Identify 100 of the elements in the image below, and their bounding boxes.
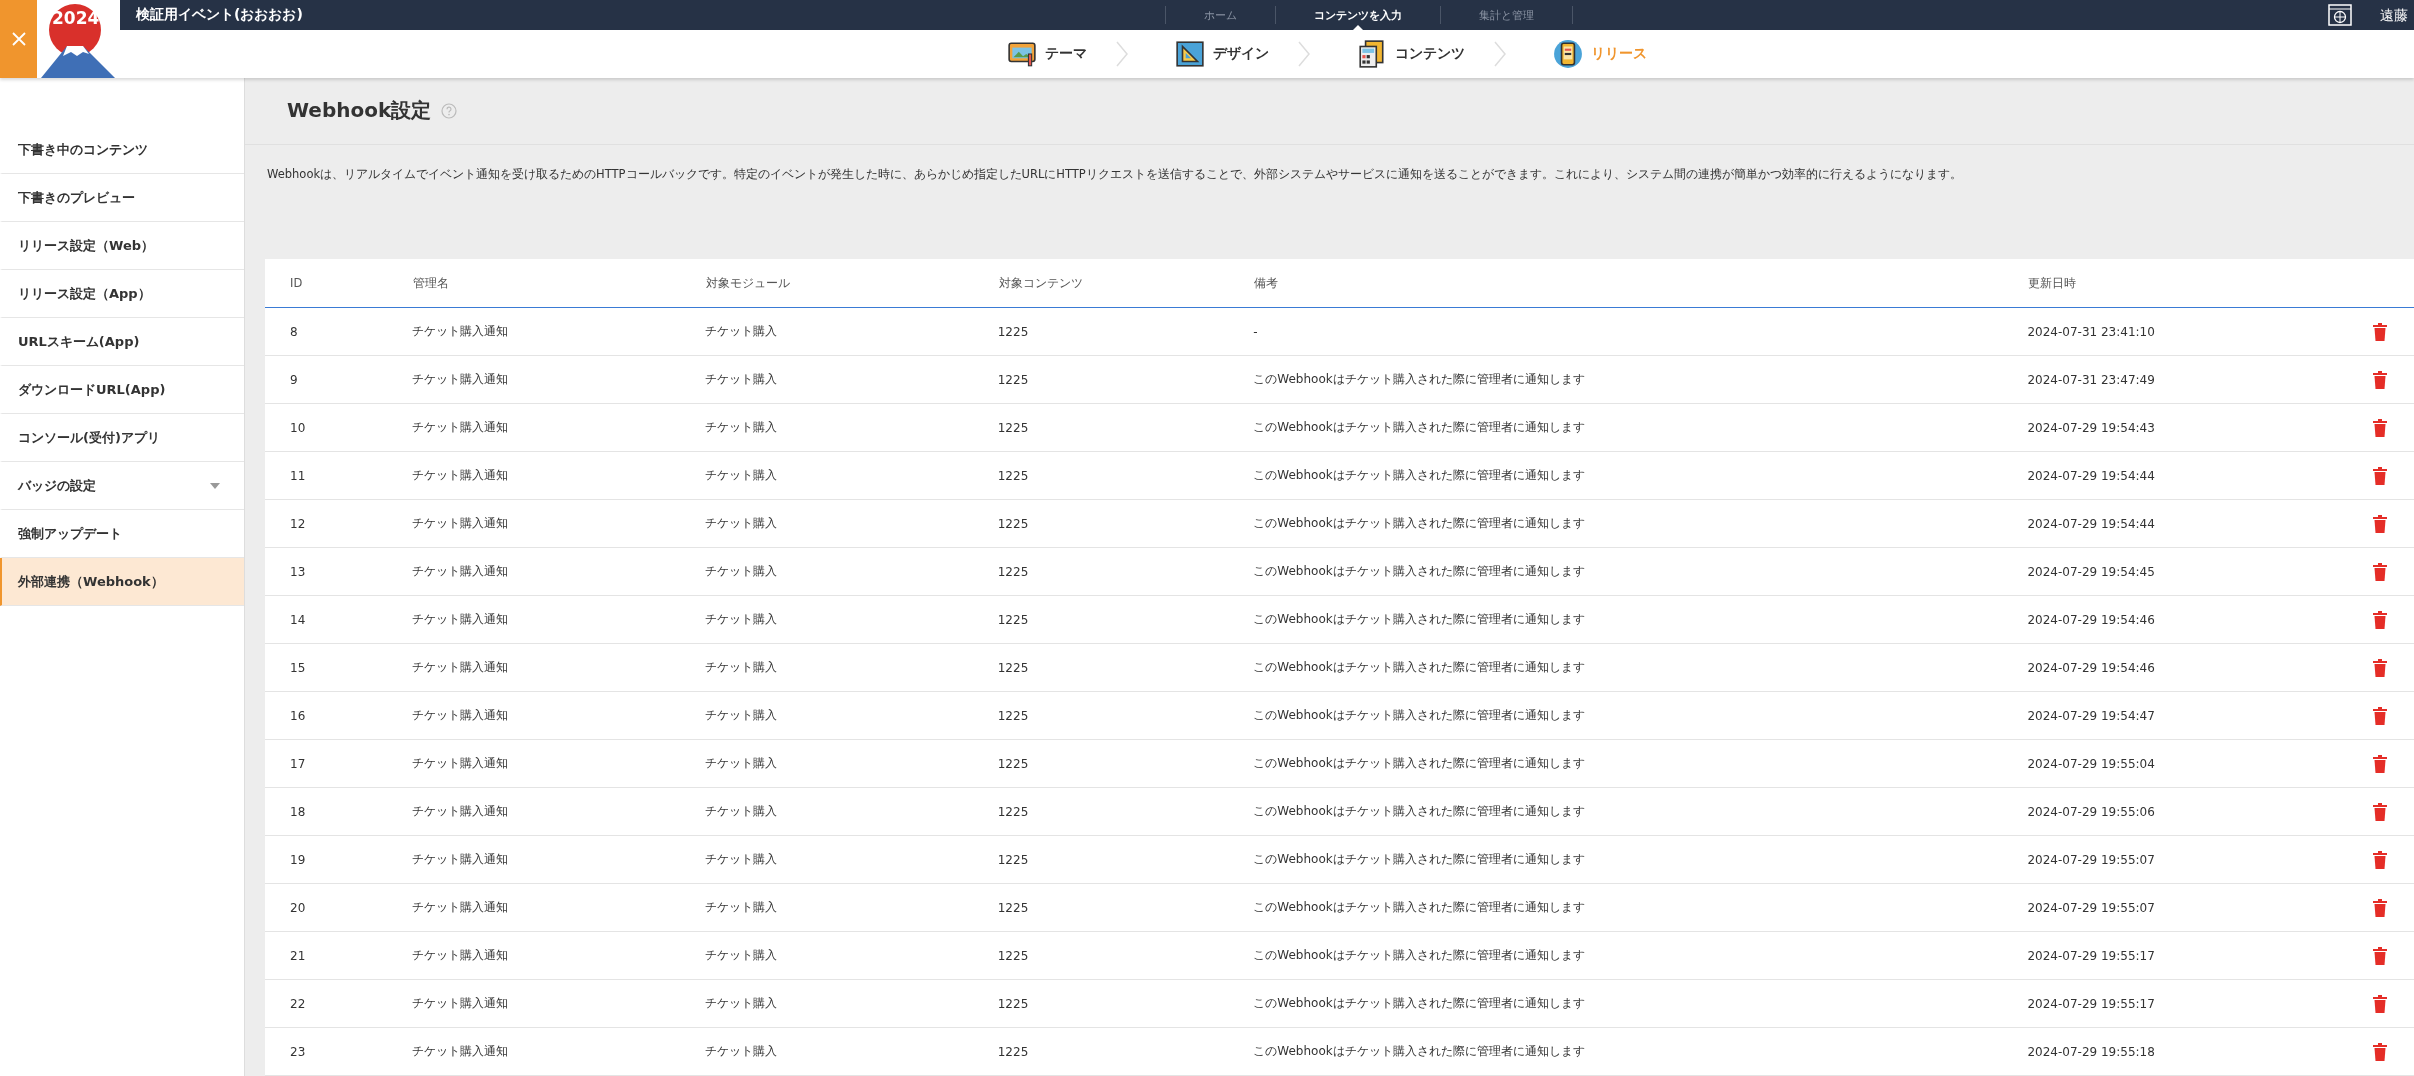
table-cell: 1225 xyxy=(997,355,1254,404)
table-cell: チケット購入 xyxy=(704,547,998,596)
table-cell: 1225 xyxy=(997,547,1254,596)
column-header: 更新日時 xyxy=(2027,259,2373,308)
step-tab[interactable]: テーマ xyxy=(999,39,1095,69)
table-cell: 20 xyxy=(265,883,412,932)
nav-tab[interactable]: コンテンツを入力 xyxy=(1276,0,1440,30)
table-cell: チケット購入通知 xyxy=(411,691,705,740)
table-cell: チケット購入通知 xyxy=(411,931,705,980)
table-cell: チケット購入通知 xyxy=(411,643,705,692)
column-header: 管理名 xyxy=(411,259,705,308)
table-cell: 1225 xyxy=(997,643,1254,692)
delete-icon[interactable] xyxy=(2372,946,2389,965)
table-cell: チケット購入通知 xyxy=(411,307,705,356)
page-title: Webhook設定 xyxy=(287,97,432,125)
delete-icon[interactable] xyxy=(2372,514,2389,533)
table-cell: 10 xyxy=(265,403,412,452)
user-name[interactable]: 遠藤 xyxy=(2380,7,2414,25)
table-cell: このWebhookはチケット購入された際に管理者に通知します xyxy=(1253,403,2028,452)
table-cell: 1225 xyxy=(997,691,1254,740)
column-header: 備考 xyxy=(1253,259,2028,308)
table-cell: 14 xyxy=(265,595,412,644)
table-cell: 2024-07-29 19:55:07 xyxy=(2027,883,2373,932)
delete-icon[interactable] xyxy=(2372,322,2389,341)
table-cell: このWebhookはチケット購入された際に管理者に通知します xyxy=(1253,451,2028,500)
table-cell: チケット購入通知 xyxy=(411,547,705,596)
table-cell: チケット購入通知 xyxy=(411,787,705,836)
table-cell: チケット購入 xyxy=(704,307,998,356)
table-cell: チケット購入通知 xyxy=(411,451,705,500)
table-cell: 2024-07-29 19:55:04 xyxy=(2027,739,2373,788)
delete-icon[interactable] xyxy=(2372,658,2389,677)
table-cell: 2024-07-29 19:55:07 xyxy=(2027,835,2373,884)
table-cell: 2024-07-29 19:54:44 xyxy=(2027,499,2373,548)
table-cell: 1225 xyxy=(997,883,1254,932)
table-cell: 11 xyxy=(265,451,412,500)
table-cell: チケット購入 xyxy=(704,931,998,980)
step-tab[interactable]: コンテンツ xyxy=(1349,39,1473,69)
calculator-icon xyxy=(1357,39,1387,69)
table-cell: 9 xyxy=(265,355,412,404)
table-cell: このWebhookはチケット購入された際に管理者に通知します xyxy=(1253,787,2028,836)
table-cell: チケット購入通知 xyxy=(411,355,705,404)
delete-icon[interactable] xyxy=(2372,994,2389,1013)
table-cell: チケット購入 xyxy=(704,835,998,884)
step-tab[interactable]: デザイン xyxy=(1167,39,1277,69)
table-cell: チケット購入 xyxy=(704,643,998,692)
delete-icon[interactable] xyxy=(2372,898,2389,917)
table-cell: 2024-07-29 19:54:43 xyxy=(2027,403,2373,452)
table-cell: このWebhookはチケット購入された際に管理者に通知します xyxy=(1253,595,2028,644)
table-cell: チケット購入通知 xyxy=(411,1027,705,1076)
globe-window-icon[interactable] xyxy=(2328,4,2352,26)
chevron-icon xyxy=(1493,40,1507,68)
table-cell: 1225 xyxy=(997,403,1254,452)
table-cell: このWebhookはチケット購入された際に管理者に通知します xyxy=(1253,979,2028,1028)
sidebar-item[interactable]: 外部連携（Webhook） xyxy=(0,558,244,606)
table-cell: 21 xyxy=(265,931,412,980)
chevron-icon xyxy=(1297,40,1311,68)
chevron-icon xyxy=(1115,40,1129,68)
table-cell: チケット購入通知 xyxy=(411,403,705,452)
table-cell: このWebhookはチケット購入された際に管理者に通知します xyxy=(1253,643,2028,692)
delete-icon[interactable] xyxy=(2372,370,2389,389)
table-cell: チケット購入 xyxy=(704,451,998,500)
table-cell: チケット購入 xyxy=(704,355,998,404)
table-cell: チケット購入 xyxy=(704,691,998,740)
table-cell: 1225 xyxy=(997,1027,1254,1076)
description-text: Webhookは、リアルタイムでイベント通知を受け取るためのHTTPコールバックです。特定のイベントが発生した時に、あらかじめ指定したURLにHTTPリクエストを送信することで、外部システムやサービスに通知を送ることができます。これにより、システム間の連携が簡単かつ効率的に行えるようになります。 xyxy=(266,165,1963,183)
table-cell: このWebhookはチケット購入された際に管理者に通知します xyxy=(1253,835,2028,884)
delete-icon[interactable] xyxy=(2372,706,2389,725)
delete-icon[interactable] xyxy=(2372,1042,2389,1061)
table-cell: チケット購入通知 xyxy=(411,883,705,932)
table-cell: チケット購入 xyxy=(704,595,998,644)
delete-icon[interactable] xyxy=(2372,562,2389,581)
table-cell: 16 xyxy=(265,691,412,740)
delete-icon[interactable] xyxy=(2372,610,2389,629)
table-cell: チケット購入 xyxy=(704,499,998,548)
phone-icon xyxy=(1553,39,1583,69)
caret-icon xyxy=(210,482,220,489)
table-cell: 18 xyxy=(265,787,412,836)
delete-icon[interactable] xyxy=(2372,466,2389,485)
table-cell: 19 xyxy=(265,835,412,884)
nav-tab[interactable]: ホーム xyxy=(1166,0,1275,30)
column-header: ID xyxy=(265,259,412,308)
table-cell: 22 xyxy=(265,979,412,1028)
table-cell: チケット購入通知 xyxy=(411,835,705,884)
table-cell: - xyxy=(1253,307,2028,356)
delete-icon[interactable] xyxy=(2372,802,2389,821)
table-cell: チケット購入通知 xyxy=(411,979,705,1028)
monitor-icon xyxy=(1007,39,1037,69)
ruler-icon xyxy=(1175,39,1205,69)
delete-icon[interactable] xyxy=(2372,850,2389,869)
table-cell: チケット購入通知 xyxy=(411,739,705,788)
delete-icon[interactable] xyxy=(2372,418,2389,437)
table-cell: チケット購入通知 xyxy=(411,499,705,548)
delete-icon[interactable] xyxy=(2372,754,2389,773)
table-cell: 2024-07-31 23:47:49 xyxy=(2027,355,2373,404)
table-cell: 2024-07-29 19:54:46 xyxy=(2027,643,2373,692)
table-cell: このWebhookはチケット購入された際に管理者に通知します xyxy=(1253,355,2028,404)
table-cell: 2024-07-29 19:55:17 xyxy=(2027,931,2373,980)
table-cell: このWebhookはチケット購入された際に管理者に通知します xyxy=(1253,883,2028,932)
nav-tab[interactable]: 集計と管理 xyxy=(1441,0,1572,30)
table-cell: チケット購入 xyxy=(704,979,998,1028)
